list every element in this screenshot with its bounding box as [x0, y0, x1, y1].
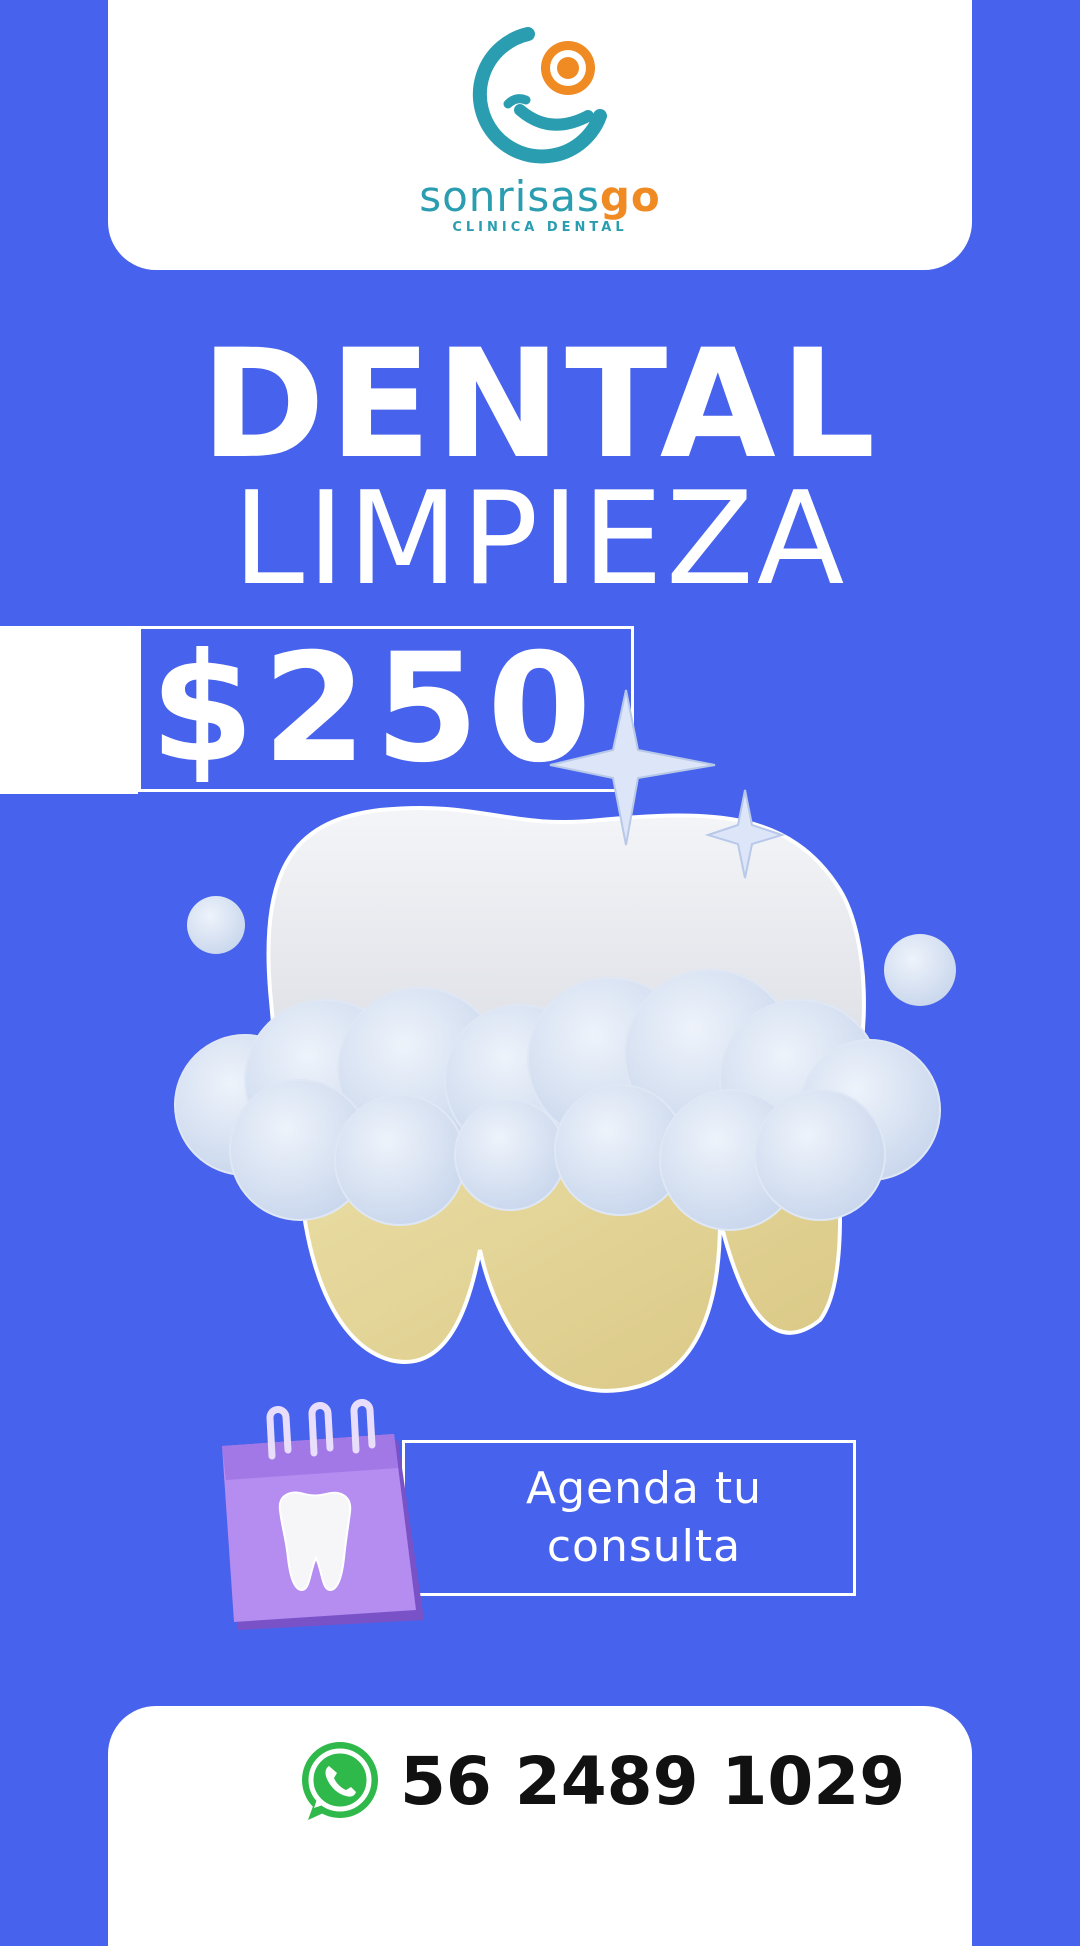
brand-name: sonrisasgo: [0, 172, 1080, 221]
phone-number[interactable]: 56 2489 1029: [400, 1742, 905, 1822]
price-accent-block: [0, 626, 138, 794]
cta-line-2: consulta: [546, 1521, 742, 1572]
brand-name-part2: go: [599, 172, 661, 221]
bubble: [884, 934, 956, 1006]
brand-subtitle: CLINICA DENTAL: [452, 220, 628, 235]
bubble: [187, 896, 245, 954]
sonrisasgo-logo-icon: [472, 27, 607, 164]
tooth-illustration: [174, 689, 956, 1393]
calendar-icon: [222, 1399, 424, 1630]
whatsapp-icon[interactable]: [296, 1738, 384, 1826]
cta-line-1: Agenda tu: [525, 1463, 762, 1514]
headline-dental: DENTAL: [200, 318, 880, 492]
cta-label: Agenda tu consulta: [496, 1460, 762, 1576]
book-appointment-button[interactable]: Agenda tu consulta: [402, 1440, 856, 1596]
headline-limpieza: LIMPIEZA: [232, 465, 848, 614]
brand-name-part1: sonrisas: [419, 172, 600, 221]
